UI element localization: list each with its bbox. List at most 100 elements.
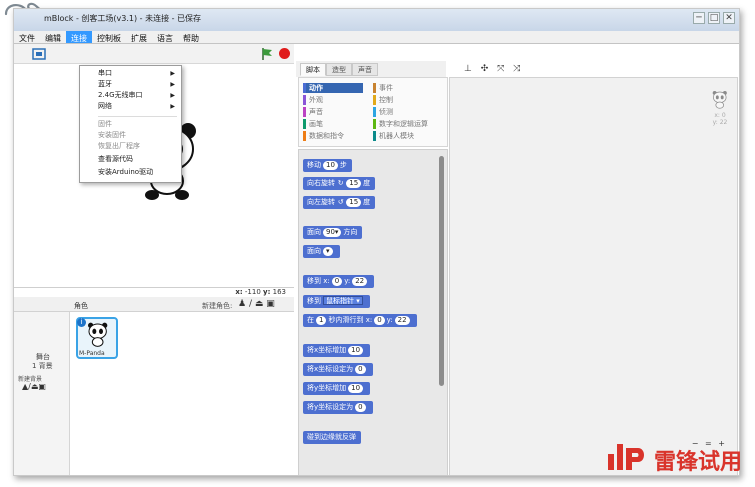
tab-sounds[interactable]: 声音: [352, 63, 378, 76]
block-text: 度: [363, 179, 371, 187]
menu-item-label: 恢复出厂程序: [98, 142, 140, 150]
block-input[interactable]: 15: [346, 198, 362, 207]
block-input[interactable]: 0: [355, 365, 366, 374]
paint-sprite-icon[interactable]: /: [249, 299, 252, 309]
category-sound[interactable]: 声音: [303, 107, 363, 117]
category-label: 控制: [379, 96, 393, 104]
block-set-x[interactable]: 将x坐标设定为 0: [303, 363, 373, 376]
coord-x-label: x:: [235, 288, 243, 296]
block-turn-right[interactable]: 向右旋转 ↻ 15 度: [303, 177, 376, 190]
category-pen[interactable]: 画笔: [303, 119, 363, 129]
block-move[interactable]: 移动 10 步: [303, 159, 352, 172]
block-input[interactable]: 22: [394, 316, 410, 325]
block-glide[interactable]: 在 1 秒内滑行到 x: 0 y: 22: [303, 314, 417, 327]
camera-backdrop-icon[interactable]: ▣: [38, 382, 46, 391]
category-robots[interactable]: 机器人模块: [373, 131, 443, 141]
category-looks[interactable]: 外观: [303, 95, 363, 105]
rotate-right-icon: ↻: [337, 179, 344, 187]
menu-item-install-firmware[interactable]: 安装固件: [80, 130, 181, 141]
menu-item-firmware[interactable]: 固件: [80, 119, 181, 130]
menu-bar: 文件 编辑 连接 控制板 扩展 语言 帮助: [14, 31, 739, 44]
camera-sprite-icon[interactable]: ▣: [266, 299, 275, 309]
menu-edit[interactable]: 编辑: [40, 31, 66, 43]
block-dropdown[interactable]: 鼠标指针 ▾: [323, 296, 363, 305]
green-flag-icon[interactable]: [260, 47, 274, 61]
menu-item-network[interactable]: 网络 ▶: [80, 101, 181, 112]
sprite-name: M-Panda: [79, 350, 105, 357]
category-color-bar: [303, 83, 306, 93]
block-input[interactable]: 0: [355, 403, 366, 412]
fullscreen-icon[interactable]: [32, 48, 46, 60]
menu-extensions[interactable]: 扩展: [126, 31, 152, 43]
minimize-button[interactable]: ─: [693, 12, 705, 24]
menu-item-wireless-serial[interactable]: 2.4G无线串口 ▶: [80, 90, 181, 101]
category-control[interactable]: 控制: [373, 95, 443, 105]
block-dropdown[interactable]: ▾: [323, 247, 333, 256]
category-motion[interactable]: 动作: [303, 83, 363, 93]
block-turn-left[interactable]: 向左旋转 ↺ 15 度: [303, 196, 376, 209]
block-input[interactable]: 22: [352, 277, 368, 286]
block-goto[interactable]: 移到 鼠标指针 ▾: [303, 295, 370, 308]
menu-item-restore-factory[interactable]: 恢复出厂程序: [80, 141, 181, 152]
menu-language[interactable]: 语言: [152, 31, 178, 43]
block-change-y[interactable]: 将y坐标增加 10: [303, 382, 371, 395]
block-input[interactable]: 10: [348, 384, 364, 393]
new-sprite-label: 新建角色:: [202, 302, 233, 310]
stage-thumbnail-panel[interactable]: 舞台 1 背景 新建背景 ▲/⏏▣: [14, 312, 70, 475]
block-goto-xy[interactable]: 移到 x: 0 y: 22: [303, 275, 375, 288]
block-change-x[interactable]: 将x坐标增加 10: [303, 344, 371, 357]
menu-item-serial-port[interactable]: 串口 ▶: [80, 68, 181, 79]
menu-boards[interactable]: 控制板: [92, 31, 126, 43]
maximize-button[interactable]: □: [708, 12, 720, 24]
stop-icon[interactable]: [278, 47, 291, 60]
menu-item-view-source[interactable]: 查看源代码: [80, 154, 181, 165]
block-bounce[interactable]: 碰到边缘就反弹: [303, 431, 361, 444]
category-events[interactable]: 事件: [373, 83, 443, 93]
menu-file[interactable]: 文件: [14, 31, 40, 43]
menu-item-label: 查看源代码: [98, 155, 133, 163]
category-label: 机器人模块: [379, 132, 414, 140]
panda-thumbnail-icon: [88, 322, 108, 347]
block-point-towards[interactable]: 面向 ▾: [303, 245, 340, 258]
window-controls: ─ □ ✕: [690, 12, 735, 24]
block-categories: 动作 外观 声音 画笔 数据和指令 事件 控制 侦测 数字和逻辑运算 机器人模块: [298, 77, 448, 147]
block-input[interactable]: 90▾: [323, 228, 342, 237]
block-input[interactable]: 10: [348, 346, 364, 355]
coord-y-label: y:: [263, 288, 271, 296]
palette-scrollbar[interactable]: [439, 156, 444, 386]
window-title: mBlock - 创客工场(v3.1) - 未连接 - 已保存: [44, 14, 202, 23]
block-text: 向右旋转: [307, 179, 335, 187]
upload-sprite-icon[interactable]: ⏏: [255, 299, 264, 309]
watermark-text: 雷锋试用: [654, 450, 743, 475]
coord-x-value: -110: [244, 288, 261, 296]
block-input[interactable]: 10: [323, 161, 338, 170]
sprite-thumbnail[interactable]: i M-Panda: [76, 317, 118, 359]
menu-item-label: 固件: [98, 120, 112, 128]
menu-item-label: 串口: [98, 69, 112, 77]
category-operators[interactable]: 数字和逻辑运算: [373, 119, 443, 129]
menu-connect[interactable]: 连接: [66, 31, 92, 43]
tab-scripts[interactable]: 脚本: [300, 63, 326, 76]
choose-sprite-icon[interactable]: ♟: [238, 299, 246, 309]
menu-item-bluetooth[interactable]: 蓝牙 ▶: [80, 79, 181, 90]
category-color-bar: [303, 95, 306, 105]
block-input[interactable]: 0: [374, 316, 385, 325]
block-input[interactable]: 0: [331, 277, 343, 286]
category-color-bar: [373, 95, 376, 105]
menu-item-install-arduino-driver[interactable]: 安装Arduino驱动: [80, 167, 181, 178]
category-color-bar: [303, 131, 306, 141]
category-data[interactable]: 数据和指令: [303, 131, 363, 141]
menu-help[interactable]: 帮助: [178, 31, 204, 43]
tab-costumes[interactable]: 造型: [326, 63, 352, 76]
block-point-direction[interactable]: 面向 90▾ 方向: [303, 226, 363, 239]
block-input[interactable]: 1: [316, 316, 327, 325]
info-icon[interactable]: i: [77, 318, 86, 327]
block-set-y[interactable]: 将y坐标设定为 0: [303, 401, 373, 414]
close-button[interactable]: ✕: [723, 12, 735, 24]
script-area[interactable]: x: 0 y: 22 − = +: [449, 77, 738, 475]
block-palette: 移动 10 步 向右旋转 ↻ 15 度 向左旋转 ↺ 15 度 面向 90▾ 方向 面向 ▾ 移到…: [298, 149, 448, 475]
block-input[interactable]: 15: [346, 179, 362, 188]
script-tools[interactable]: ⊥ ✣ ⤧ ⤨: [464, 64, 524, 76]
category-sensing[interactable]: 侦测: [373, 107, 443, 117]
category-color-bar: [373, 83, 376, 93]
